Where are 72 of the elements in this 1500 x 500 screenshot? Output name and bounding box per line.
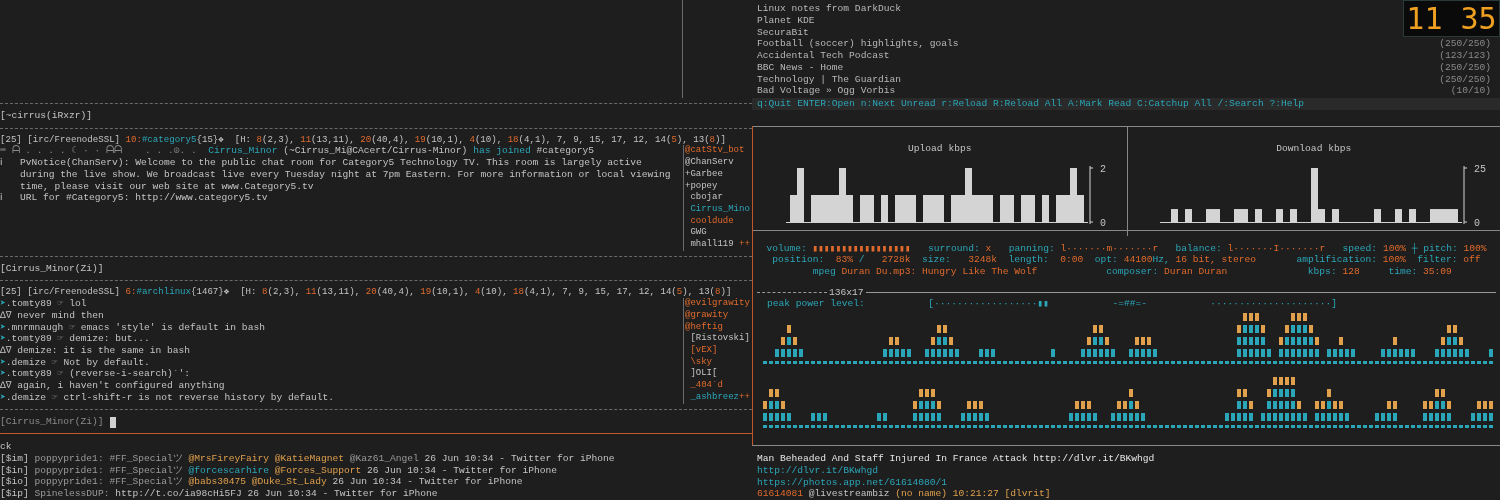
feed-title: Technology | The Guardian (757, 73, 901, 86)
status-line: [~cirrus(iRxzr)] (0, 109, 93, 123)
tweet-line: ck (0, 441, 12, 453)
join-message: ⌨ ᗩ . . . . ☾ · · ᗩᗩ . . .☮. . Cirrus_Minor (~Cirrus_Mi@CAcert/Cirrus-Minor) has joined #category5 (0, 145, 595, 158)
chat-line: ∆∇ never mind then (0, 309, 104, 322)
feed-title: Bad Voltage » Ogg Vorbis (757, 85, 896, 97)
nick-item: @evilgrawity (685, 298, 750, 310)
nick-item: _404`d (689, 380, 723, 392)
chat-line: ➤.tomty89 ☞ lol (0, 298, 87, 310)
feed-count: (123/123) (1439, 50, 1491, 62)
feed-title: Linux notes from DarkDuck (757, 3, 901, 16)
input-prompt: [Cirrus_Minor(Zi)] (0, 416, 104, 429)
feed-title: BBC News - Home (757, 61, 844, 74)
feed-title: SecuraBit (757, 26, 809, 39)
tweet-line: [$im] poppypride1: #FF_Specialツ @MrsFireyFairy @KatieMagnet @Kaz61_Angel 26 Jun 10:34 - Twitter for iPhone (0, 452, 615, 465)
nick-item: @catStv_bot (685, 145, 745, 157)
news-line: http://dlvr.it/BKwhgd (757, 464, 878, 477)
tick-label: 0 (1473, 218, 1480, 230)
feed-count: (250/250) (1439, 61, 1491, 74)
player-info-line: position: 83% / 2728k size: 3248k length: 0:00 opt: 44100Hz, 16 bit, stereo amplification: 100% filter: off (772, 254, 1481, 267)
size-label: 136x17 (829, 286, 864, 299)
clock-display: 11 35 (1403, 0, 1500, 37)
nick-item: cbojar (689, 192, 723, 204)
tick-label: 25 (1473, 164, 1486, 176)
help-bar: q:Quit ENTER:Open n:Next Unread r:Reload R:Reload All A:Mark Read C:Catchup All /:Search ?:Help (752, 98, 1500, 110)
feed-title: Football (soccer) highlights, goals (757, 38, 959, 51)
chat-line: ➤.demize ☞ ctrl-shift-r is not reverse history by default. (0, 391, 334, 404)
channel-header: [25] [irc/FreenodeSSL] 10:#category5{15}❖ [H: 8(2,3), 11(13,11), 20(40,4), 19(10,1), 4(10), 18(4,1), 7, 9, 15, 17, 12, 14(5), 13(8)] (0, 133, 726, 145)
notice-text: URL for #Category5: http://www.category5.tv (20, 192, 269, 204)
status-line: [Cirrus_Minor(Zi)] (0, 261, 104, 276)
nick-item: [vEX] (689, 344, 718, 357)
feed-count: (250/250) (1439, 38, 1491, 51)
news-line: https://photos.app.net/61614080/1 (757, 476, 947, 489)
info-icon: ℹ (0, 157, 20, 193)
tweet-line: [$in] poppypride1: #FF_Specialツ @forcescarhire @Forces_Support 26 Jun 10:34 - Twitter for iPhone (0, 464, 557, 477)
tweet-line: [$io] poppypride1: #FF_Specialツ @babs30475 @Duke_St_Lady 26 Jun 10:34 - Twitter for iPhone (0, 476, 523, 488)
player-info-line: volume: ▮▮▮▮▮▮▮▮▮▮▮▮▮▮▮▮▮ surround: x panning: l·······m·······r balance: l·······I·······r speed: 100% ┼ pitch: 100% (766, 242, 1487, 255)
channel-header: [25] [irc/FreenodeSSL] 6:#archlinux{1467}❖ [H: 8(2,3), 11(13,11), 20(40,4), 19(10,1), 4(10), 18(4,1), 7, 9, 15, 17, 12, 14(5), 13(8)] (0, 286, 732, 298)
nick-item: GWG (689, 227, 707, 239)
tick-label: 0 (1099, 218, 1106, 230)
chat-line: ➤.tomty89 ☞ demize: but... (0, 333, 150, 345)
news-line: 61614081 @livestreambiz (no name) 10:21:27 [dlvrit] (757, 488, 1051, 500)
chat-line: ➤.mnrmnaugh ☞ emacs 'style' is default in bash (0, 321, 265, 334)
feed-title: Planet KDE (757, 15, 815, 27)
nick-item: Cirrus_Mino (689, 203, 750, 216)
nick-item: +popey (685, 180, 718, 192)
nick-item: @grawity (685, 309, 729, 322)
nick-item: @heftig (685, 321, 723, 333)
feed-count: (250/250) (1439, 73, 1491, 86)
chart-title: Download kbps (1276, 142, 1352, 155)
chart-title: Upload kbps (908, 142, 972, 155)
chat-line: ➤.tomty89 ☞ (reverse-i-search)`': (0, 368, 191, 381)
feed-count: (10/10) (1450, 85, 1491, 97)
nick-item: +Garbee (685, 168, 723, 181)
nick-item: [Ristovski] (689, 333, 750, 345)
nick-item: @ChanServ (685, 157, 734, 169)
nick-item: mhall119 ++ (689, 239, 750, 251)
tweet-line: [$ip] SpinelessDUP: http://t.co/ia98cHi5FJ 26 Jun 10:34 - Twitter for iPhone (0, 487, 438, 500)
player-info-line: mpeg Duran Du.mp3: Hungry Like The Wolf composer: Duran Duran kbps: 128 time: 35:09 (811, 266, 1452, 278)
info-icon: ℹ (0, 192, 20, 204)
chat-line: ➤.demize ☞ Not by default. (0, 356, 150, 369)
chat-line: ∆∇ demize: it is the same in bash (0, 344, 191, 357)
notice-text: PvNotice(ChanServ): Welcome to the public chat room for Category5 Technology TV. This room is largely active during the live show. We broadcast live every Tuesday night at 7pm Eastern. For more information or local viewing time, please visit our web site at www.Category5.tv (20, 157, 672, 193)
tick-label: 2 (1099, 164, 1106, 176)
nick-item: \sky (689, 356, 712, 368)
nick-item: ]OLI[ (689, 368, 718, 380)
peak-power-meter: peak power level: [··················▮▮ -=##=- ·····················] (766, 297, 1338, 310)
nick-item: _ashbreez++ (689, 391, 750, 404)
feed-title: Accidental Tech Podcast (757, 50, 890, 62)
chat-line: ∆∇ again, i haven't configured anything (0, 380, 225, 392)
news-line: Man Beheaded And Staff Injured In France Attack http://dlvr.it/BKwhgd (757, 453, 1155, 465)
nick-item: cooldude (689, 215, 734, 228)
